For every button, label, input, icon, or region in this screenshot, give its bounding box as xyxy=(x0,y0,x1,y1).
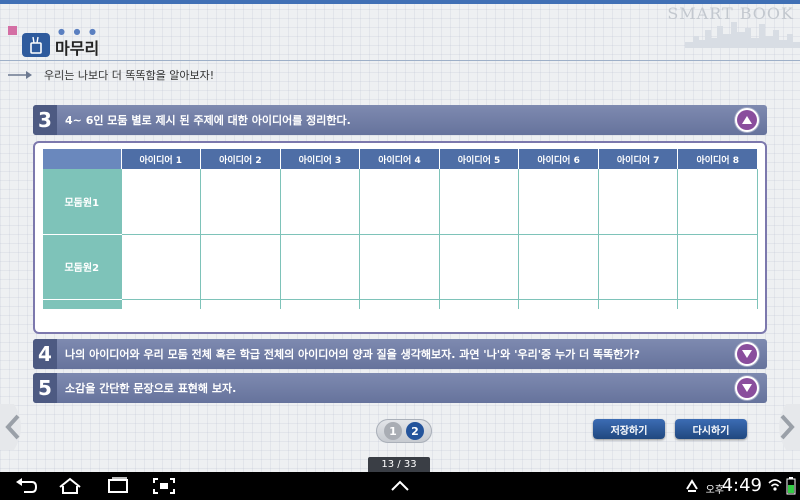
recent-apps-icon[interactable] xyxy=(106,477,130,495)
column-header: 아이디어 3 xyxy=(280,149,361,169)
idea-cell[interactable] xyxy=(280,299,361,309)
step-number: 3 xyxy=(33,105,57,135)
idea-cell[interactable] xyxy=(280,169,361,235)
pencil-cup-icon xyxy=(22,33,50,57)
chevron-down-icon xyxy=(737,344,757,364)
row-header: 모둠원1 xyxy=(43,169,122,235)
page-indicator: 1 2 xyxy=(376,419,432,443)
battery-icon xyxy=(786,477,796,495)
idea-cell[interactable] xyxy=(280,234,361,300)
table-row: 모둠원1 xyxy=(43,169,758,235)
save-button[interactable]: 저장하기 xyxy=(593,419,665,439)
expand-button[interactable] xyxy=(735,342,759,366)
chevron-up-icon[interactable] xyxy=(388,477,412,495)
idea-cell[interactable] xyxy=(518,169,599,235)
page-title: 마무리 xyxy=(55,39,100,58)
idea-cell[interactable] xyxy=(121,169,202,235)
idea-cell[interactable] xyxy=(439,234,520,300)
screenshot-icon[interactable] xyxy=(152,477,176,495)
previous-page-arrow-icon[interactable] xyxy=(0,404,28,450)
city-skyline-decoration xyxy=(685,22,800,48)
page-dot-active[interactable]: 2 xyxy=(406,422,424,440)
clock-time: 4:49 xyxy=(721,475,762,496)
table-row: 모둠원2 xyxy=(43,234,758,300)
decorative-square xyxy=(8,26,17,35)
idea-cell[interactable] xyxy=(598,169,679,235)
column-header: 아이디어 4 xyxy=(359,149,440,169)
column-header: 아이디어 7 xyxy=(598,149,679,169)
idea-cell[interactable] xyxy=(598,234,679,300)
table-corner-cell xyxy=(43,149,122,169)
idea-cell[interactable] xyxy=(677,169,758,235)
step-4-bar[interactable]: 4 나의 아이디어와 우리 모둠 전체 혹은 학급 전체의 아이디어의 양과 질… xyxy=(33,339,767,369)
table-row xyxy=(43,299,758,309)
retry-button[interactable]: 다시하기 xyxy=(675,419,747,439)
wifi-icon xyxy=(768,479,782,491)
collapse-button[interactable] xyxy=(735,108,759,132)
step-text: 4~ 6인 모둠 별로 제시 된 주제에 대한 아이디어를 정리한다. xyxy=(65,114,351,127)
back-icon[interactable] xyxy=(14,477,38,495)
title-divider xyxy=(0,60,800,61)
ideas-table-panel: 아이디어 1 아이디어 2 아이디어 3 아이디어 4 아이디어 5 아이디어 … xyxy=(33,141,767,334)
step-text: 나의 아이디어와 우리 모둠 전체 혹은 학급 전체의 아이디어의 양과 질을 … xyxy=(65,348,640,361)
home-icon[interactable] xyxy=(58,477,82,495)
idea-cell[interactable] xyxy=(677,234,758,300)
table-header-row: 아이디어 1 아이디어 2 아이디어 3 아이디어 4 아이디어 5 아이디어 … xyxy=(43,149,758,169)
idea-cell[interactable] xyxy=(200,169,281,235)
idea-cell[interactable] xyxy=(200,234,281,300)
idea-cell[interactable] xyxy=(598,299,679,309)
chevron-down-icon xyxy=(737,378,757,398)
idea-cell[interactable] xyxy=(359,299,440,309)
idea-cell[interactable] xyxy=(359,169,440,235)
row-header xyxy=(43,299,122,309)
column-header: 아이디어 6 xyxy=(518,149,599,169)
step-text: 소감을 간단한 문장으로 표현해 보자. xyxy=(65,382,237,395)
idea-cell[interactable] xyxy=(677,299,758,309)
idea-cell[interactable] xyxy=(439,169,520,235)
idea-cell[interactable] xyxy=(200,299,281,309)
expand-button[interactable] xyxy=(735,376,759,400)
column-header: 아이디어 5 xyxy=(439,149,520,169)
ideas-table: 아이디어 1 아이디어 2 아이디어 3 아이디어 4 아이디어 5 아이디어 … xyxy=(43,149,758,309)
idea-cell[interactable] xyxy=(439,299,520,309)
idea-cell[interactable] xyxy=(518,299,599,309)
intro-text: 우리는 나보다 더 똑똑함을 알아보자! xyxy=(44,69,215,82)
idea-cell[interactable] xyxy=(359,234,440,300)
system-navigation-bar: 오후 4:49 xyxy=(0,472,800,500)
next-page-arrow-icon[interactable] xyxy=(772,404,800,450)
row-header: 모둠원2 xyxy=(43,234,122,300)
page-counter: 13 / 33 xyxy=(368,457,430,472)
idea-cell[interactable] xyxy=(121,299,202,309)
column-header: 아이디어 2 xyxy=(200,149,281,169)
sync-icon xyxy=(686,479,698,492)
step-3-bar[interactable]: 3 4~ 6인 모둠 별로 제시 된 주제에 대한 아이디어를 정리한다. xyxy=(33,105,767,135)
chevron-up-icon xyxy=(737,110,757,130)
step-number: 4 xyxy=(33,339,57,369)
arrow-right-icon xyxy=(8,71,32,79)
step-number: 5 xyxy=(33,373,57,403)
page-dot[interactable]: 1 xyxy=(384,422,402,440)
idea-cell[interactable] xyxy=(518,234,599,300)
column-header: 아이디어 1 xyxy=(121,149,202,169)
step-5-bar[interactable]: 5 소감을 간단한 문장으로 표현해 보자. xyxy=(33,373,767,403)
idea-cell[interactable] xyxy=(121,234,202,300)
column-header: 아이디어 8 xyxy=(677,149,758,169)
